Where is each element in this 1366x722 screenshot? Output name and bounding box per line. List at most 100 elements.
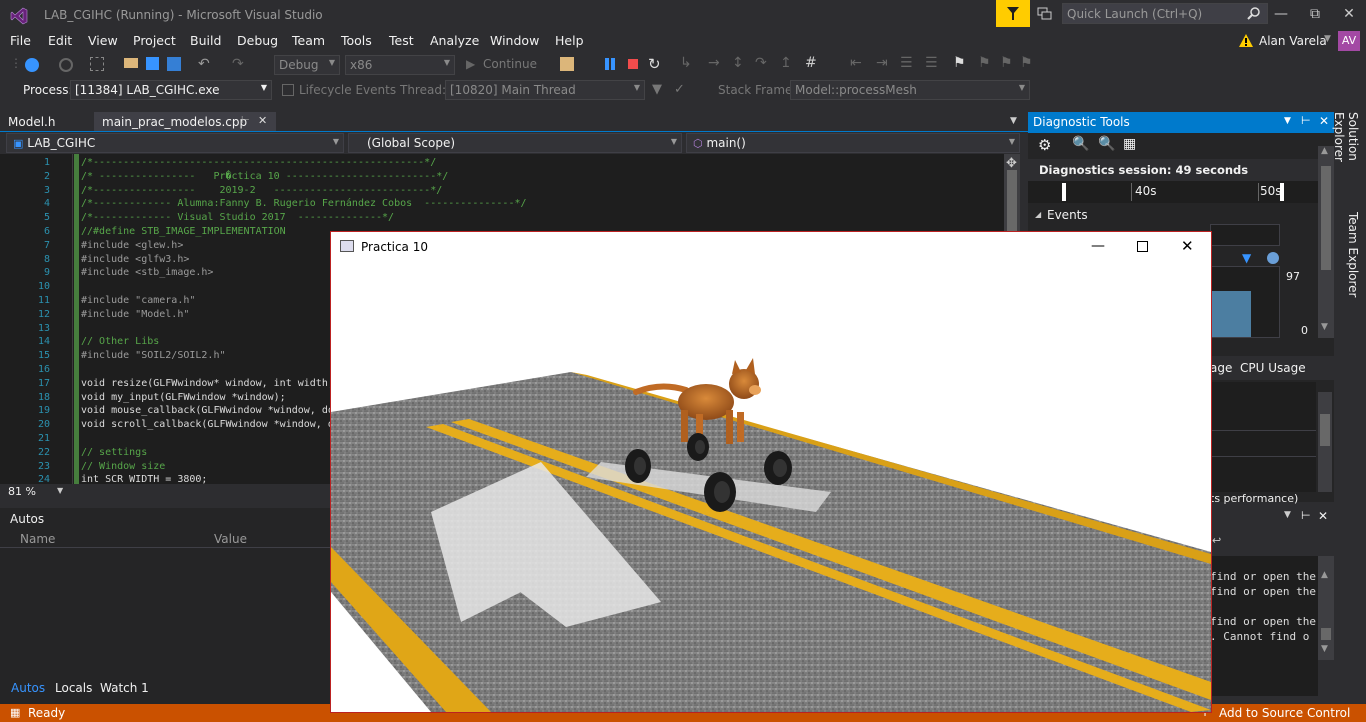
diag-timeline[interactable]: 40s 50s — [1028, 181, 1334, 203]
practica-maximize-button[interactable] — [1137, 241, 1148, 252]
menu-build[interactable]: Build — [190, 33, 221, 48]
split-editor-icon[interactable]: ✥ — [1006, 156, 1017, 171]
menu-window[interactable]: Window — [490, 33, 539, 48]
next-bookmark-icon[interactable]: ⚑ — [1000, 55, 1013, 71]
code-line[interactable]: #include <glfw3.h> — [81, 254, 189, 265]
save-all-icon[interactable] — [167, 57, 181, 71]
menu-debug[interactable]: Debug — [237, 33, 278, 48]
avatar[interactable]: AV — [1338, 31, 1360, 51]
continue-icon[interactable]: ▶ — [466, 57, 475, 71]
menu-help[interactable]: Help — [555, 33, 584, 48]
editor-scroll-thumb[interactable] — [1007, 170, 1017, 240]
tab-main-prac-modelos[interactable]: main_prac_modelos.cpp ⊢ ✕ — [94, 112, 276, 132]
back-icon[interactable] — [25, 58, 39, 72]
opengl-viewport[interactable] — [331, 262, 1211, 712]
output-close-icon[interactable]: ✕ — [1318, 509, 1328, 523]
menu-test[interactable]: Test — [389, 33, 414, 48]
thread-dropdown[interactable]: [10820] Main Thread ▼ — [445, 80, 645, 100]
autos-col-name[interactable]: Name — [20, 532, 55, 546]
user-chevron-down-icon[interactable]: ▼ — [1324, 34, 1331, 44]
code-line[interactable]: // Other Libs — [81, 336, 159, 347]
practica-close-button[interactable]: ✕ — [1181, 237, 1194, 255]
menu-edit[interactable]: Edit — [48, 33, 72, 48]
add-to-source-control[interactable]: Add to Source Control — [1219, 706, 1350, 720]
settings-gear-icon[interactable]: ⚙ — [1038, 136, 1051, 154]
zoom-out-icon[interactable]: 🔍 — [1098, 136, 1115, 152]
output-scroll-down-icon[interactable]: ▼ — [1321, 644, 1328, 654]
code-line[interactable]: void resize(GLFWwindow* window, int widt… — [81, 378, 334, 389]
diag-scroll-thumb[interactable] — [1321, 166, 1331, 270]
step-out-icon[interactable]: ↷ — [755, 55, 767, 71]
undo-icon[interactable]: ↶ — [198, 56, 210, 72]
close-tab-icon[interactable]: ✕ — [258, 114, 267, 127]
forward-icon[interactable] — [59, 58, 73, 72]
tab-overflow-chevron-down-icon[interactable]: ▼ — [1010, 116, 1017, 126]
code-line[interactable]: /*------------- Alumna:Fanny B. Rugerio … — [81, 198, 527, 209]
code-line[interactable]: void my_input(GLFWwindow *window); — [81, 392, 286, 403]
member-dropdown[interactable]: ⬡ main() ▼ — [686, 133, 1020, 153]
events-expand-icon[interactable]: ◢ — [1035, 210, 1041, 219]
output-toolbar-icon[interactable]: ↩ — [1212, 534, 1221, 547]
redo-icon[interactable]: ↷ — [232, 56, 244, 72]
reset-view-icon[interactable]: ▦ — [1123, 136, 1136, 152]
flag-threads-icon[interactable]: ✓ — [674, 82, 685, 97]
hex-display-icon[interactable]: # — [805, 55, 817, 71]
menu-team[interactable]: Team — [292, 33, 325, 48]
code-line[interactable]: #include <glew.h> — [81, 240, 183, 251]
code-line[interactable]: /*------------- Visual Studio 2017 -----… — [81, 212, 394, 223]
warning-icon[interactable] — [1238, 33, 1254, 49]
code-line[interactable]: void scroll_callback(GLFWwindow *window,… — [81, 419, 340, 430]
zoom-in-icon[interactable]: 🔍 — [1072, 136, 1089, 152]
code-line[interactable]: #include <stb_image.h> — [81, 267, 213, 278]
tab-watch-1[interactable]: Watch 1 — [100, 681, 149, 695]
break-all-icon[interactable] — [605, 58, 609, 70]
quick-launch-input[interactable]: Quick Launch (Ctrl+Q) — [1062, 3, 1268, 24]
solution-platform-dropdown[interactable]: x86 ▼ — [345, 55, 455, 75]
scroll-down-chevron-icon[interactable]: ▼ — [1321, 322, 1328, 332]
minimize-button[interactable]: — — [1264, 0, 1298, 30]
tab-cpu-usage[interactable]: CPU Usage — [1240, 361, 1306, 375]
scope-dropdown[interactable]: (Global Scope) ▼ — [348, 133, 682, 153]
code-line[interactable]: // settings — [81, 447, 147, 458]
restore-button[interactable]: ⧉ — [1298, 0, 1332, 30]
panel-pin-icon[interactable]: ⊢ — [1301, 114, 1311, 127]
open-file-icon[interactable] — [124, 58, 138, 68]
lifecycle-icon[interactable] — [282, 84, 294, 96]
process-dropdown[interactable]: [11384] LAB_CGIHC.exe ▼ — [70, 80, 272, 100]
output-scroll-up-icon[interactable]: ▲ — [1321, 570, 1328, 580]
save-icon[interactable] — [146, 57, 159, 70]
scroll-up-chevron-icon[interactable]: ▲ — [1321, 146, 1328, 156]
step-back-icon[interactable]: ↥ — [780, 55, 792, 71]
zoom-chevron-down-icon[interactable]: ▼ — [57, 486, 63, 495]
menu-project[interactable]: Project — [133, 33, 176, 48]
outdent-icon[interactable]: ⇤ — [850, 55, 862, 71]
output-text[interactable]: find or open the find or open the find o… — [1210, 556, 1318, 696]
code-line[interactable]: #include "Model.h" — [81, 309, 189, 320]
output-menu-chevron-down-icon[interactable]: ▼ — [1284, 510, 1291, 520]
practica-titlebar[interactable]: Practica 10 — ✕ — [331, 232, 1211, 262]
tab-locals[interactable]: Locals — [55, 681, 92, 695]
pin-icon[interactable]: ⊢ — [241, 115, 250, 126]
menu-file[interactable]: File — [10, 33, 31, 48]
notifications-icon[interactable] — [1036, 5, 1054, 23]
comment-icon[interactable]: ☰ — [900, 55, 913, 71]
code-line[interactable]: /*--------------------------------------… — [81, 157, 436, 168]
stack-frame-dropdown[interactable]: Model::processMesh ▼ — [790, 80, 1030, 100]
diag-detail-scroll-thumb[interactable] — [1320, 414, 1330, 446]
timeline-right-handle[interactable] — [1280, 183, 1284, 201]
output-scrollbar[interactable]: ▲ ▼ — [1318, 556, 1334, 660]
diag-detail-scrollbar[interactable] — [1318, 392, 1332, 492]
timeline-left-handle[interactable] — [1062, 183, 1066, 201]
tab-solution-explorer[interactable]: Solution Explorer — [1332, 112, 1360, 202]
tab-team-explorer[interactable]: Team Explorer — [1344, 212, 1360, 302]
tab-memory-usage[interactable]: age — [1210, 361, 1232, 375]
tab-autos[interactable]: Autos — [11, 681, 45, 695]
show-next-statement-icon[interactable]: ↳ — [680, 55, 692, 71]
indent-icon[interactable]: ⇥ — [876, 55, 888, 71]
uncomment-icon[interactable]: ☰ — [925, 55, 938, 71]
code-line[interactable]: // Window size — [81, 461, 165, 472]
practica-window[interactable]: Practica 10 — ✕ — [330, 231, 1212, 713]
clear-bookmarks-icon[interactable]: ⚑ — [1020, 55, 1033, 71]
output-scroll-thumb[interactable] — [1321, 628, 1331, 640]
restart-icon[interactable]: ↻ — [648, 55, 661, 73]
